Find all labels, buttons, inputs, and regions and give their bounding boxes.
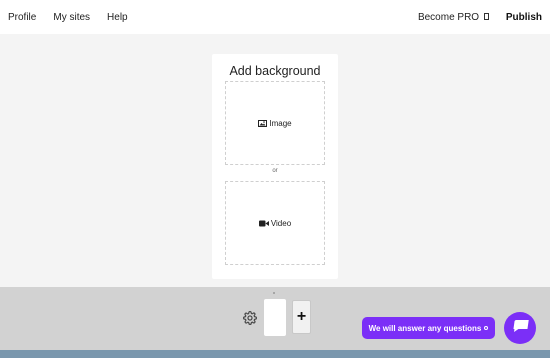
nav-help-link[interactable]: Help bbox=[107, 12, 128, 23]
video-dropzone[interactable]: Video bbox=[225, 181, 325, 265]
publish-button[interactable]: Publish bbox=[506, 12, 542, 23]
nav-my-sites-link[interactable]: My sites bbox=[53, 12, 90, 23]
image-dropzone[interactable]: Image bbox=[225, 81, 325, 165]
chat-dot-icon bbox=[484, 326, 489, 330]
image-label: Image bbox=[269, 118, 292, 128]
video-label: Video bbox=[270, 218, 292, 228]
pages-bar: + We will answer any questions bbox=[0, 287, 550, 350]
chat-prompt-button[interactable]: We will answer any questions bbox=[362, 317, 495, 339]
or-separator: or bbox=[272, 168, 278, 174]
become-pro-link[interactable]: Become PRO bbox=[418, 12, 489, 23]
nav-profile-link[interactable]: Profile bbox=[8, 12, 36, 23]
chat-prompt-text: We will answer any questions bbox=[368, 323, 482, 333]
bottom-strip bbox=[0, 350, 550, 358]
image-icon bbox=[258, 119, 268, 127]
video-icon bbox=[258, 220, 269, 227]
pro-placeholder-icon bbox=[483, 13, 489, 21]
gear-icon[interactable] bbox=[243, 311, 257, 325]
add-page-button[interactable]: + bbox=[292, 300, 311, 334]
chat-bubble-icon bbox=[511, 318, 529, 339]
add-background-card: Add background Image or Video bbox=[212, 54, 338, 279]
editor-canvas: Add background Image or Video bbox=[0, 34, 550, 287]
top-navigation-bar: Profile My sites Help Become PRO Publish bbox=[0, 0, 550, 34]
card-title: Add background bbox=[229, 64, 321, 78]
nav-right-group: Become PRO Publish bbox=[418, 12, 542, 23]
nav-left-group: Profile My sites Help bbox=[8, 12, 128, 23]
become-pro-label: Become PRO bbox=[417, 11, 480, 23]
page-thumbnail[interactable] bbox=[264, 299, 286, 336]
chat-launcher-button[interactable] bbox=[504, 312, 536, 344]
page-indicator-dot bbox=[273, 292, 275, 294]
